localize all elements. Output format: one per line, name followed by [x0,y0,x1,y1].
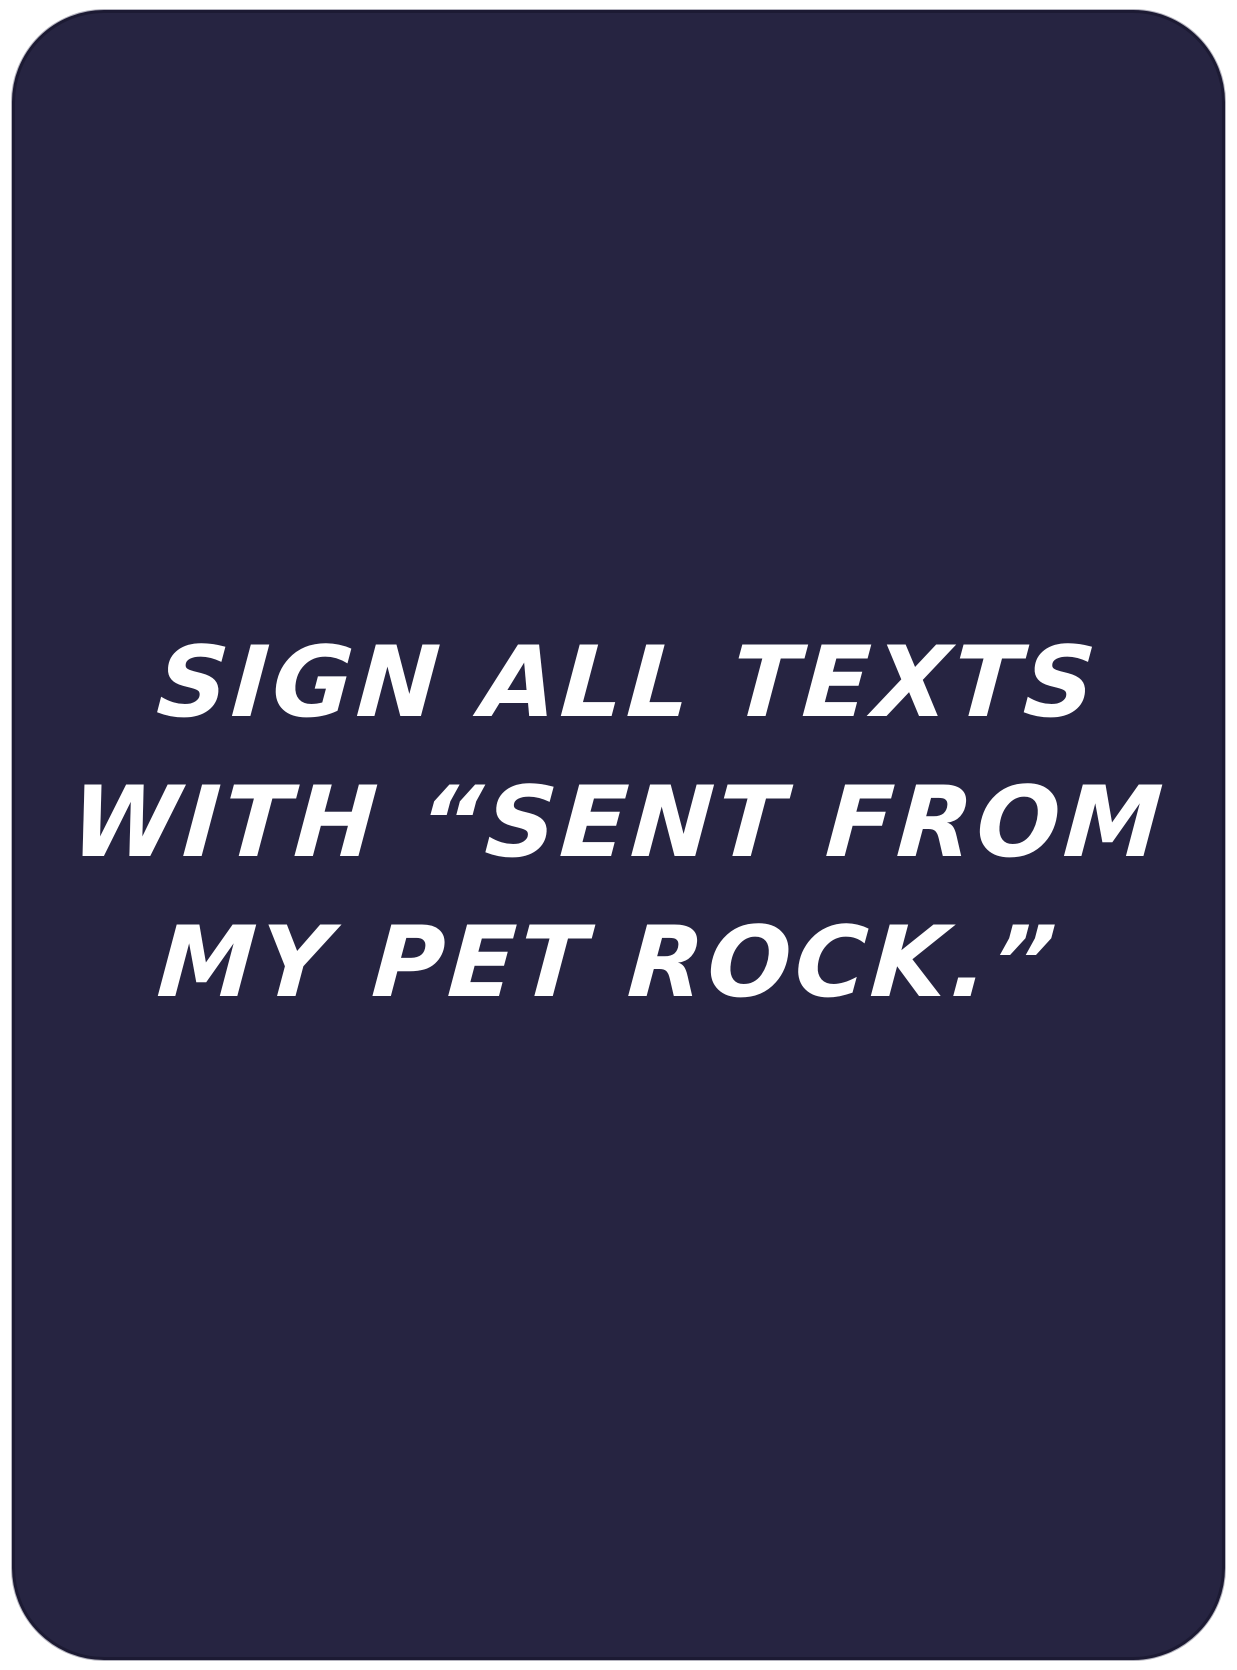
card-text-line-1: SIGN ALL TEXTS [153,626,1103,740]
page: SIGN ALL TEXTS WITH “SENT FROM MY PET RO… [0,0,1237,1670]
card-text-line-3: MY PET ROCK.” [154,906,1064,1020]
card-prompt-text: SIGN ALL TEXTS WITH “SENT FROM MY PET RO… [15,613,1222,1033]
prompt-card: SIGN ALL TEXTS WITH “SENT FROM MY PET RO… [12,10,1225,1660]
card-text-line-2: WITH “SENT FROM [67,766,1170,880]
